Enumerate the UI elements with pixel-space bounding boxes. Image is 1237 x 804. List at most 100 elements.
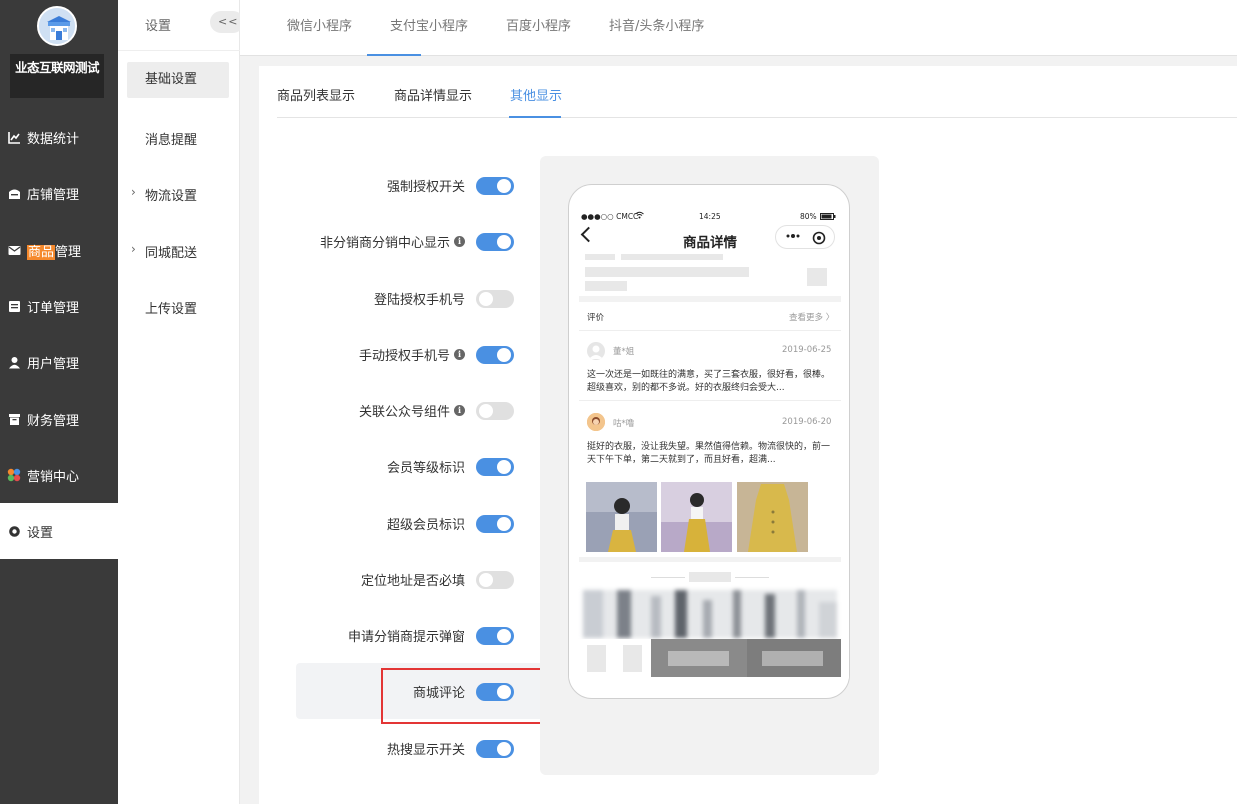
reviewer-avatar xyxy=(587,342,605,360)
setting-label-distribution-center: 非分销商分销中心显示 i xyxy=(320,232,465,251)
subnav-item-label: 同城配送 xyxy=(145,246,198,261)
setting-label-location-required: 定位地址是否必填 xyxy=(360,574,465,589)
phone-mockup: ●●●○○ CMCC 14:25 80% 商品详情 评价 查看更多 〉 董*姐 … xyxy=(568,184,850,699)
nav-item-label: 订单管理 xyxy=(27,300,80,316)
toggle-knob xyxy=(497,742,511,756)
buy-now-button-preview xyxy=(747,639,841,677)
nav-item-marketing[interactable]: 营销中心 xyxy=(0,447,118,503)
info-icon[interactable]: i xyxy=(454,405,465,416)
review-date: 2019-06-20 xyxy=(782,417,832,427)
user-icon xyxy=(7,355,21,369)
divider xyxy=(579,400,841,401)
divider xyxy=(651,577,685,578)
nav-item-data-stats[interactable]: 数据统计 xyxy=(0,109,118,165)
battery-percent: 80% xyxy=(800,212,817,221)
info-icon[interactable]: i xyxy=(454,236,465,247)
carrier-label: ●●●○○ CMCC xyxy=(581,212,639,221)
nav-item-settings[interactable]: 设置 xyxy=(0,503,118,559)
toggle-knob xyxy=(479,404,493,418)
see-more-link[interactable]: 查看更多 〉 xyxy=(789,311,834,323)
toggle-knob xyxy=(479,573,493,587)
close-target-icon xyxy=(812,230,826,249)
placeholder-block xyxy=(585,281,627,291)
nav-item-orders[interactable]: 订单管理 xyxy=(0,278,118,334)
mail-icon xyxy=(7,243,21,257)
placeholder-block xyxy=(587,645,606,672)
tab-product-detail-display[interactable]: 商品详情显示 xyxy=(394,85,472,104)
setting-label-hot-search: 热搜显示开关 xyxy=(386,743,465,758)
toggle-knob xyxy=(497,235,511,249)
setting-label-official-account: 关联公众号组件 i xyxy=(359,401,465,420)
display-tabs: 商品列表显示 商品详情显示 其他显示 xyxy=(277,66,1237,118)
section-divider xyxy=(579,296,841,302)
setting-label-manual-phone-auth: 手动授权手机号 i xyxy=(359,345,465,364)
subnav-item-notifications[interactable]: 消息提醒 xyxy=(145,129,197,148)
nav-item-label: 商品管理 xyxy=(27,241,81,260)
subnav-item-upload[interactable]: 上传设置 xyxy=(145,298,197,317)
review-photo[interactable] xyxy=(737,482,808,552)
subnav-item-basic[interactable]: 基础设置 xyxy=(127,62,229,98)
reviewer-name: 咕*噜 xyxy=(613,419,635,429)
placeholder-block xyxy=(762,651,823,666)
review-photo[interactable] xyxy=(661,482,732,552)
subnav-item-logistics[interactable]: › 物流设置 xyxy=(131,185,197,204)
section-divider xyxy=(579,557,841,562)
line-chart-icon xyxy=(7,130,21,144)
store-logo[interactable] xyxy=(37,6,77,46)
setting-label-text: 非分销商分销中心显示 xyxy=(319,236,450,251)
nav-item-users[interactable]: 用户管理 xyxy=(0,334,118,390)
toggle-distributor-popup[interactable] xyxy=(476,627,514,645)
toggle-distribution-center[interactable] xyxy=(476,233,514,251)
store-name: 业态互联网测试 xyxy=(10,54,104,98)
reviews-label: 评价 xyxy=(587,313,605,323)
toggle-member-level[interactable] xyxy=(476,458,514,476)
toggle-knob xyxy=(497,348,511,362)
setting-label-force-auth: 强制授权开关 xyxy=(386,180,465,195)
nav-item-label: 用户管理 xyxy=(27,356,80,372)
placeholder-block xyxy=(807,268,827,286)
nav-item-label: 财务管理 xyxy=(27,413,80,429)
wifi-icon xyxy=(635,211,644,221)
toggle-manual-phone-auth[interactable] xyxy=(476,346,514,364)
setting-label-super-member: 超级会员标识 xyxy=(386,518,465,533)
main-sidebar: 业态互联网测试 数据统计 店铺管理 商品管理 订单管理 用户管理 财务管理 营销… xyxy=(0,0,118,804)
nav-item-shop[interactable]: 店铺管理 xyxy=(0,165,118,221)
toggle-super-member[interactable] xyxy=(476,515,514,533)
main-content: 微信小程序 支付宝小程序 百度小程序 抖音/头条小程序 商品列表显示 商品详情显… xyxy=(240,0,1237,804)
chevron-right-icon: › xyxy=(131,185,136,199)
collapse-sidebar-button[interactable]: << xyxy=(210,11,244,33)
toggle-login-phone-auth[interactable] xyxy=(476,290,514,308)
more-dots-icon xyxy=(785,230,801,245)
highlight-annotation-box xyxy=(381,668,562,724)
subnav-title: 设置 xyxy=(145,19,172,34)
placeholder-block xyxy=(585,254,615,260)
miniprogram-capsule[interactable] xyxy=(775,225,835,249)
setting-label-member-level: 会员等级标识 xyxy=(386,461,465,476)
nav-item-label: 数据统计 xyxy=(27,131,80,147)
tab-alipay-miniprogram[interactable]: 支付宝小程序 xyxy=(390,15,468,34)
nav-item-label: 营销中心 xyxy=(27,469,80,485)
toggle-force-auth[interactable] xyxy=(476,177,514,195)
tab-product-list-display[interactable]: 商品列表显示 xyxy=(277,85,355,104)
app-window: 业态互联网测试 数据统计 店铺管理 商品管理 订单管理 用户管理 财务管理 营销… xyxy=(0,0,1237,804)
info-icon[interactable]: i xyxy=(454,349,465,360)
review-text: 挺好的衣服，没让我失望。果然值得信赖。物流很快的，前一天下午下单，第二天就到了，… xyxy=(587,442,831,465)
toggle-hot-search[interactable] xyxy=(476,740,514,758)
toggle-official-account[interactable] xyxy=(476,402,514,420)
subnav-item-local-delivery[interactable]: › 同城配送 xyxy=(131,242,198,261)
toggle-knob xyxy=(479,292,493,306)
tab-other-display[interactable]: 其他显示 xyxy=(510,85,562,104)
nav-item-products[interactable]: 商品管理 xyxy=(0,222,118,278)
reviewer-name: 董*姐 xyxy=(613,347,635,357)
phone-status-bar: ●●●○○ CMCC 14:25 80% xyxy=(581,211,839,224)
phone-bottom-bar xyxy=(569,639,849,680)
tab-baidu-miniprogram[interactable]: 百度小程序 xyxy=(506,15,571,34)
nav-item-label: 店铺管理 xyxy=(27,187,80,203)
review-photo[interactable] xyxy=(586,482,657,552)
tab-douyin-miniprogram[interactable]: 抖音/头条小程序 xyxy=(609,15,704,34)
tab-wechat-miniprogram[interactable]: 微信小程序 xyxy=(287,15,352,34)
toggle-location-required[interactable] xyxy=(476,571,514,589)
nav-item-finance[interactable]: 财务管理 xyxy=(0,391,118,447)
settings-panel: 商品列表显示 商品详情显示 其他显示 强制授权开关 非分销商分销中心显示 i 登陆… xyxy=(259,66,1237,804)
product-banner-image xyxy=(583,590,837,638)
